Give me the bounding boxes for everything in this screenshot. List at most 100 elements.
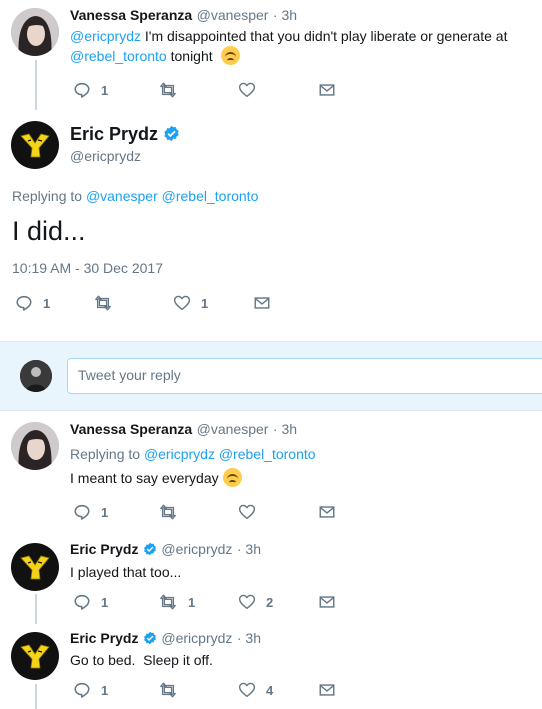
author-handle[interactable]: @vanesper bbox=[197, 7, 269, 23]
direct-message-button[interactable] bbox=[318, 681, 336, 699]
mention-link[interactable]: @rebel_toronto bbox=[70, 48, 167, 64]
like-button[interactable] bbox=[238, 503, 318, 521]
reply-icon bbox=[73, 681, 91, 699]
reply-count: 1 bbox=[101, 82, 109, 98]
avatar[interactable] bbox=[11, 422, 59, 470]
reply-button[interactable]: 1 bbox=[73, 681, 158, 699]
author-name[interactable]: Eric Prydz bbox=[70, 124, 158, 144]
avatar[interactable] bbox=[11, 8, 59, 56]
author-name[interactable]: Vanessa Speranza bbox=[70, 421, 192, 437]
yellow-y-logo-icon bbox=[20, 643, 50, 669]
reply-input[interactable]: Tweet your reply bbox=[67, 358, 542, 394]
envelope-icon bbox=[253, 294, 271, 312]
tweet-time[interactable]: · 3h bbox=[237, 630, 261, 646]
heart-icon bbox=[238, 81, 256, 99]
tweet-text: I meant to say everyday bbox=[70, 468, 242, 488]
retweet-icon bbox=[158, 81, 178, 99]
author-handle[interactable]: @ericprydz bbox=[161, 541, 232, 557]
reply-count: 1 bbox=[101, 682, 109, 698]
mention-link[interactable]: @vanesper bbox=[86, 188, 158, 204]
tweet-text: I did... bbox=[12, 216, 86, 246]
direct-message-button[interactable] bbox=[318, 81, 336, 99]
heart-icon bbox=[238, 593, 256, 611]
retweet-icon bbox=[93, 294, 113, 312]
heart-icon bbox=[238, 503, 256, 521]
envelope-icon bbox=[318, 503, 336, 521]
author-handle[interactable]: @ericprydz bbox=[70, 148, 141, 164]
author-name[interactable]: Eric Prydz bbox=[70, 541, 138, 557]
envelope-icon bbox=[318, 81, 336, 99]
yellow-y-logo-icon bbox=[20, 132, 50, 158]
retweet-icon bbox=[158, 503, 178, 521]
tweet-time[interactable]: · 3h bbox=[237, 541, 261, 557]
mention-link[interactable]: @rebel_toronto bbox=[219, 446, 316, 462]
replying-to-label: Replying to bbox=[70, 446, 141, 462]
tweet-text-part: tonight bbox=[166, 48, 213, 64]
reply-count: 1 bbox=[101, 504, 109, 520]
replying-to: Replying to @ericprydz @rebel_toronto bbox=[70, 444, 316, 464]
reply-button[interactable]: 1 bbox=[15, 294, 93, 312]
avatar[interactable] bbox=[11, 121, 59, 169]
like-button[interactable]: 2 bbox=[238, 593, 318, 611]
reply-icon bbox=[73, 503, 91, 521]
verified-badge-icon bbox=[163, 125, 180, 142]
retweet-button[interactable]: 1 bbox=[158, 593, 238, 611]
tweet-time[interactable]: · 3h bbox=[273, 421, 297, 437]
avatar[interactable] bbox=[11, 543, 59, 591]
author-name[interactable]: Eric Prydz bbox=[70, 630, 138, 646]
verified-badge-icon bbox=[143, 631, 157, 645]
retweet-button[interactable] bbox=[158, 81, 238, 99]
tweet-text: @ericprydz I'm disappointed that you did… bbox=[70, 26, 530, 66]
avatar[interactable] bbox=[11, 632, 59, 680]
disappointed-face-emoji bbox=[222, 468, 242, 487]
direct-message-button[interactable] bbox=[318, 503, 336, 521]
envelope-icon bbox=[318, 593, 336, 611]
like-button[interactable] bbox=[238, 81, 318, 99]
tweet-time[interactable]: · 3h bbox=[273, 7, 297, 23]
mention-link[interactable]: @ericprydz bbox=[70, 28, 141, 44]
direct-message-button[interactable] bbox=[318, 593, 336, 611]
replying-to: Replying to @vanesper @rebel_toronto bbox=[12, 186, 258, 206]
reply-composer: Tweet your reply bbox=[0, 341, 542, 411]
author-name[interactable]: Vanessa Speranza bbox=[70, 7, 192, 23]
like-count: 4 bbox=[266, 682, 274, 698]
like-count: 1 bbox=[201, 295, 209, 311]
mention-link[interactable]: @rebel_toronto bbox=[162, 188, 259, 204]
tweet-timestamp[interactable]: 10:19 AM - 30 Dec 2017 bbox=[12, 260, 163, 276]
retweet-button[interactable] bbox=[158, 681, 238, 699]
like-button[interactable]: 4 bbox=[238, 681, 318, 699]
user-avatar[interactable] bbox=[20, 360, 52, 392]
reply-count: 1 bbox=[101, 594, 109, 610]
reply-button[interactable]: 1 bbox=[73, 593, 158, 611]
tweet-text: Go to bed. Sleep it off. bbox=[70, 652, 213, 668]
like-count: 2 bbox=[266, 594, 274, 610]
retweet-count: 1 bbox=[188, 594, 196, 610]
author-handle[interactable]: @ericprydz bbox=[161, 630, 232, 646]
retweet-icon bbox=[158, 681, 178, 699]
like-button[interactable]: 1 bbox=[173, 294, 253, 312]
reply-icon bbox=[15, 294, 33, 312]
reply-button[interactable]: 1 bbox=[73, 503, 158, 521]
mention-link[interactable]: @ericprydz bbox=[144, 446, 215, 462]
reply-button[interactable]: 1 bbox=[73, 81, 158, 99]
retweet-button[interactable] bbox=[93, 294, 173, 312]
envelope-icon bbox=[318, 681, 336, 699]
disappointed-face-emoji bbox=[220, 46, 240, 65]
reply-icon bbox=[73, 81, 91, 99]
user-avatar-photo bbox=[20, 360, 52, 392]
thread-line bbox=[35, 60, 37, 110]
reply-count: 1 bbox=[43, 295, 51, 311]
thread-line bbox=[35, 594, 37, 624]
retweet-button[interactable] bbox=[158, 503, 238, 521]
tweet-text-part: I'm disappointed that you didn't play li… bbox=[141, 28, 508, 44]
avatar-photo bbox=[11, 8, 59, 56]
heart-icon bbox=[238, 681, 256, 699]
reply-icon bbox=[73, 593, 91, 611]
avatar-photo bbox=[11, 422, 59, 470]
yellow-y-logo-icon bbox=[20, 554, 50, 580]
replying-to-label: Replying to bbox=[12, 188, 83, 204]
author-handle[interactable]: @vanesper bbox=[197, 421, 269, 437]
direct-message-button[interactable] bbox=[253, 294, 271, 312]
thread-line bbox=[35, 684, 37, 709]
tweet-text: I played that too... bbox=[70, 564, 182, 580]
